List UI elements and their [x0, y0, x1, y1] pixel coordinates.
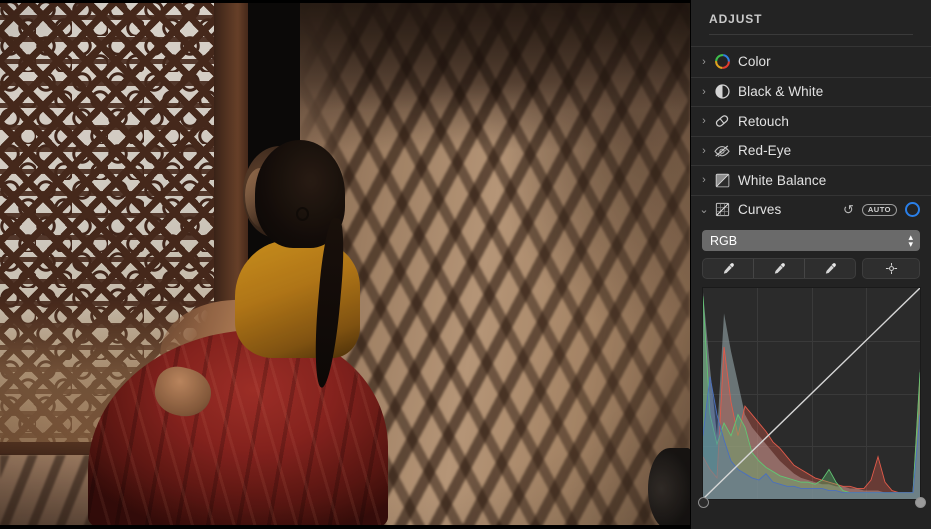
- blue-circle-icon[interactable]: [905, 202, 920, 218]
- adjust-inspector-panel: ADJUST › Color › Black & White › Retouch…: [690, 0, 931, 529]
- curves-tool-buttons: [702, 258, 920, 279]
- viewer-top-bar: [0, 0, 690, 3]
- sidebar-item-white-balance[interactable]: › White Balance: [691, 165, 931, 195]
- stepper-arrows-icon[interactable]: ▴ ▾: [908, 232, 913, 249]
- gray-point-eyedropper[interactable]: [753, 259, 804, 278]
- sidebar-item-black-and-white[interactable]: › Black & White: [691, 76, 931, 107]
- channel-select[interactable]: RGB ▴ ▾: [702, 230, 920, 251]
- sidebar-item-color[interactable]: › Color: [691, 47, 931, 77]
- sidebar-item-label: Retouch: [738, 113, 789, 129]
- add-point-target[interactable]: [862, 258, 920, 279]
- chevron-down-icon[interactable]: ⌄: [697, 203, 711, 216]
- curves-row-tools: ↺ AUTO: [843, 202, 931, 218]
- white-point-handle[interactable]: [914, 497, 926, 508]
- sidebar-item-label: Curves: [738, 202, 782, 218]
- sidebar-item-label: White Balance: [738, 172, 827, 188]
- eyedropper-icon: [723, 263, 734, 274]
- photo-viewer[interactable]: [0, 0, 690, 529]
- eyedropper-icon: [774, 263, 785, 274]
- eyedropper-segmented-control: [702, 258, 856, 279]
- bandage-icon: [711, 112, 733, 130]
- channel-select-value: RGB: [710, 233, 738, 248]
- chevron-right-icon[interactable]: ›: [697, 86, 711, 98]
- black-point-handle[interactable]: [697, 497, 709, 508]
- photo-vignette: [0, 0, 690, 529]
- sidebar-item-label: Black & White: [738, 84, 824, 100]
- sidebar-item-retouch[interactable]: › Retouch: [691, 106, 931, 136]
- panel-title: ADJUST: [709, 12, 763, 26]
- sidebar-item-label: Red-Eye: [738, 143, 792, 159]
- reset-icon[interactable]: ↺: [843, 203, 854, 216]
- sidebar-item-curves[interactable]: ⌄ Curves ↺ AUTO: [691, 194, 931, 225]
- photo-editor-window: ADJUST › Color › Black & White › Retouch…: [0, 0, 931, 529]
- eyedropper-icon: [825, 263, 836, 274]
- black-point-eyedropper[interactable]: [703, 259, 753, 278]
- auto-button[interactable]: AUTO: [861, 203, 897, 216]
- white-point-eyedropper[interactable]: [804, 259, 855, 278]
- eye-slash-icon: [711, 142, 733, 160]
- chevron-right-icon[interactable]: ›: [697, 174, 711, 186]
- chevron-right-icon[interactable]: ›: [697, 145, 711, 157]
- curves-icon: [711, 201, 733, 218]
- adjustment-rows: › Color › Black & White › Retouch › Red-…: [691, 46, 931, 224]
- target-crosshair-icon: [885, 262, 897, 275]
- sidebar-item-label: Color: [738, 54, 771, 70]
- white-balance-icon: [711, 172, 733, 189]
- viewer-bottom-bar: [0, 525, 690, 529]
- chevron-right-icon[interactable]: ›: [697, 115, 711, 127]
- chevron-right-icon[interactable]: ›: [697, 56, 711, 68]
- color-wheel-icon: [711, 53, 733, 70]
- sidebar-item-red-eye[interactable]: › Red-Eye: [691, 135, 931, 166]
- histogram-and-curve[interactable]: [703, 288, 920, 499]
- curves-panel-body: RGB ▴ ▾: [691, 224, 931, 508]
- photo-canvas[interactable]: [0, 0, 690, 529]
- half-circle-icon: [711, 83, 733, 100]
- curves-editor[interactable]: [697, 287, 926, 508]
- panel-title-divider: [709, 34, 913, 35]
